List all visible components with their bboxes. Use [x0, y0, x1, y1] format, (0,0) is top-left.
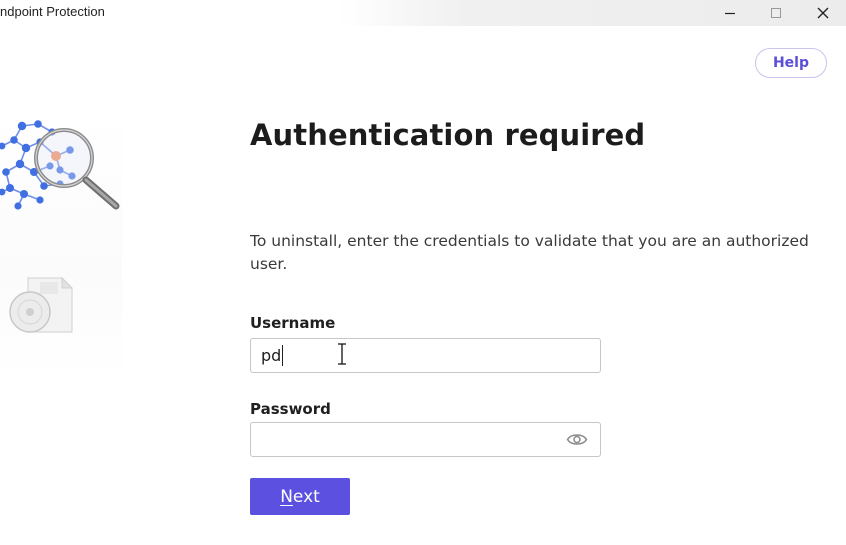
title-bar[interactable]: ndpoint Protection	[0, 0, 846, 26]
eye-icon[interactable]	[566, 431, 588, 448]
window-title: ndpoint Protection	[0, 4, 105, 19]
side-illustration	[0, 110, 122, 380]
text-caret	[282, 345, 283, 366]
software-box-disc-icon	[9, 276, 74, 333]
page-title: Authentication required	[250, 118, 646, 152]
username-input[interactable]	[250, 338, 601, 373]
next-button[interactable]: Next	[250, 478, 350, 515]
next-access-key: N	[280, 486, 293, 507]
minimize-button[interactable]	[707, 0, 753, 26]
help-button[interactable]: Help	[755, 48, 827, 78]
maximize-button[interactable]	[753, 0, 799, 26]
text-cursor-icon	[338, 343, 346, 365]
next-label: ext	[292, 486, 320, 507]
maximize-icon	[771, 8, 781, 18]
username-label: Username	[250, 314, 336, 332]
minimize-icon	[725, 12, 735, 15]
network-magnifier-icon	[0, 120, 120, 210]
password-label: Password	[250, 400, 331, 418]
close-icon	[817, 7, 829, 19]
password-input[interactable]	[250, 422, 601, 457]
close-button[interactable]	[800, 0, 846, 26]
instructions-text: To uninstall, enter the credentials to v…	[250, 232, 809, 273]
app-window: ndpoint Protection Help Authentication r…	[0, 0, 846, 545]
